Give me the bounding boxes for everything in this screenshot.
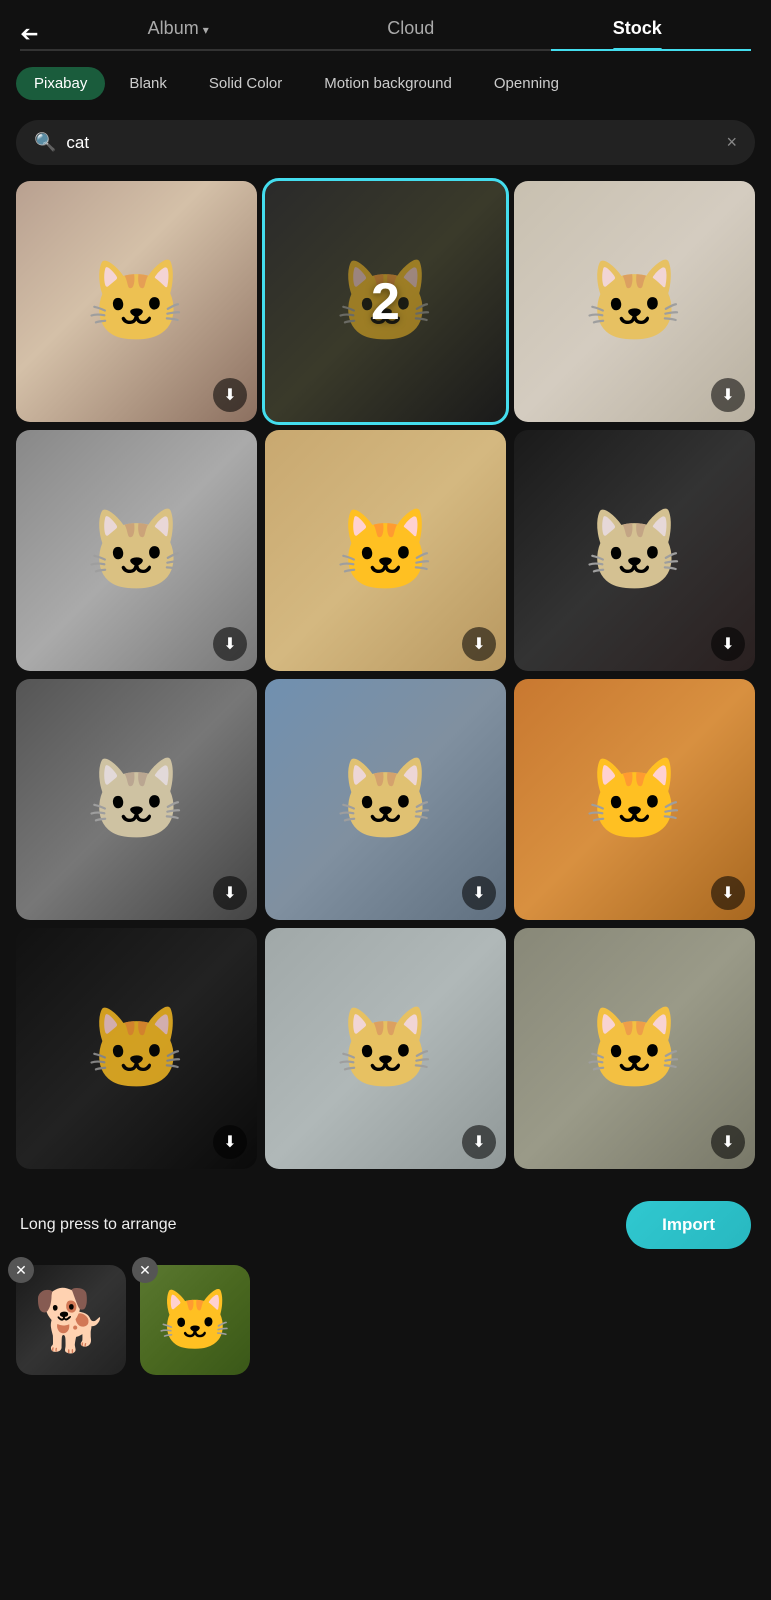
bottom-bar: Long press to arrange Import [0,1181,771,1265]
download-button-7[interactable]: ⬇ [213,876,247,910]
search-clear-button[interactable]: × [726,132,737,153]
download-button-8[interactable]: ⬇ [462,876,496,910]
back-button[interactable]: ➔ [20,21,38,47]
image-cell-2[interactable]: 🐱 2 [265,181,506,422]
download-button-11[interactable]: ⬇ [462,1125,496,1159]
tray-item-1[interactable]: ✕ 🐕 [16,1265,126,1375]
tab-album-label: Album [148,18,199,38]
search-input[interactable] [66,133,716,153]
header: ➔ Album ▾ Cloud Stock [0,0,771,49]
image-grid: 🐱 ⬇ 🐱 2 🐱 ⬇ 🐱 ⬇ 🐱 ⬇ 🐱 ⬇ 🐱 ⬇ 🐱 ⬇ 🐱 ⬇ 🐱 ⬇ [0,181,771,1169]
tray-item-2[interactable]: ✕ 🐱 [140,1265,250,1375]
download-button-1[interactable]: ⬇ [213,378,247,412]
sub-tab-motion-bg-label: Motion background [324,75,452,92]
tab-stock[interactable]: Stock [613,18,662,49]
image-cell-11[interactable]: 🐱 ⬇ [265,928,506,1169]
image-cell-6[interactable]: 🐱 ⬇ [514,430,755,671]
image-cell-7[interactable]: 🐱 ⬇ [16,679,257,920]
sub-tab-pixabay[interactable]: Pixabay [16,67,105,100]
import-button[interactable]: Import [626,1201,751,1249]
nav-tabs: Album ▾ Cloud Stock [58,18,751,49]
selection-badge-2: 2 [371,272,400,332]
download-button-5[interactable]: ⬇ [462,627,496,661]
image-cell-5[interactable]: 🐱 ⬇ [265,430,506,671]
download-button-9[interactable]: ⬇ [711,876,745,910]
tray-remove-button-1[interactable]: ✕ [8,1257,34,1283]
sub-tabs: Pixabay Blank Solid Color Motion backgro… [0,51,771,100]
sub-tab-motion-bg[interactable]: Motion background [306,67,470,100]
download-button-6[interactable]: ⬇ [711,627,745,661]
image-cell-8[interactable]: 🐱 ⬇ [265,679,506,920]
header-divider [20,49,751,51]
image-cell-9[interactable]: 🐱 ⬇ [514,679,755,920]
download-button-10[interactable]: ⬇ [213,1125,247,1159]
search-bar: 🔍 × [16,120,755,165]
image-cell-3[interactable]: 🐱 ⬇ [514,181,755,422]
tab-cloud[interactable]: Cloud [387,18,434,49]
tray-image-2: 🐱 [140,1265,250,1375]
download-button-12[interactable]: ⬇ [711,1125,745,1159]
tab-album[interactable]: Album ▾ [148,18,209,49]
tab-stock-label: Stock [613,18,662,38]
sub-tab-blank-label: Blank [129,75,167,92]
sub-tab-solid-color-label: Solid Color [209,75,282,92]
sub-tab-solid-color[interactable]: Solid Color [191,67,300,100]
sub-tab-openning[interactable]: Openning [476,67,577,100]
tray-image-1: 🐕 [16,1265,126,1375]
search-icon: 🔍 [34,132,56,153]
image-cell-10[interactable]: 🐱 ⬇ [16,928,257,1169]
image-cell-4[interactable]: 🐱 ⬇ [16,430,257,671]
selected-tray: ✕ 🐕 ✕ 🐱 [0,1265,771,1395]
tab-cloud-label: Cloud [387,18,434,38]
sub-tab-blank[interactable]: Blank [111,67,185,100]
dropdown-arrow-icon: ▾ [203,23,209,37]
tray-remove-button-2[interactable]: ✕ [132,1257,158,1283]
sub-tab-pixabay-label: Pixabay [34,75,87,92]
download-button-4[interactable]: ⬇ [213,627,247,661]
download-button-3[interactable]: ⬇ [711,378,745,412]
long-press-label: Long press to arrange [20,1216,177,1234]
sub-tab-openning-label: Openning [494,75,559,92]
image-cell-12[interactable]: 🐱 ⬇ [514,928,755,1169]
image-cell-1[interactable]: 🐱 ⬇ [16,181,257,422]
